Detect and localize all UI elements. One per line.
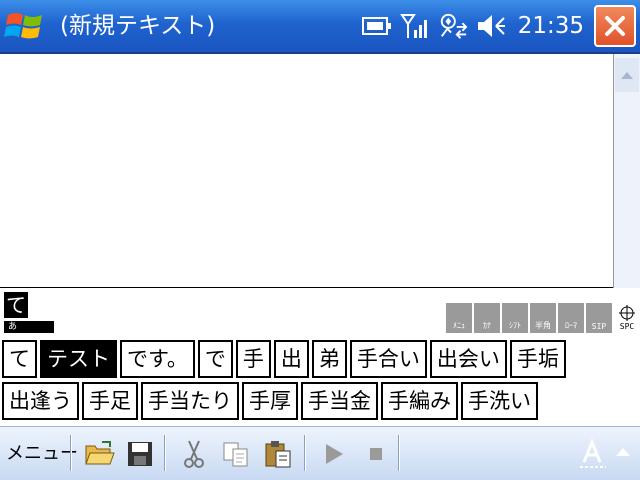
close-button[interactable] xyxy=(594,5,636,47)
open-folder-icon[interactable] xyxy=(84,438,116,470)
vertical-scrollbar[interactable] xyxy=(614,54,640,288)
ime-menu-button[interactable]: ﾒﾆｭ xyxy=(446,303,472,333)
battery-icon[interactable] xyxy=(361,11,392,41)
save-icon[interactable] xyxy=(124,438,156,470)
candidate[interactable]: 手編み xyxy=(381,382,458,420)
cut-icon[interactable] xyxy=(178,438,210,470)
ime-sip-button[interactable]: SIP xyxy=(586,303,612,333)
chevron-up-icon xyxy=(621,72,633,79)
close-icon xyxy=(605,16,625,36)
candidate[interactable]: 弟 xyxy=(311,340,347,378)
composing-text[interactable]: て xyxy=(4,292,28,318)
candidate[interactable]: 手 xyxy=(235,340,271,378)
candidate[interactable]: て xyxy=(2,340,37,378)
candidate[interactable]: 手足 xyxy=(82,382,138,420)
stop-icon[interactable] xyxy=(360,438,392,470)
candidate[interactable]: 手垢 xyxy=(509,340,566,378)
clock[interactable]: 21:35 xyxy=(518,13,584,39)
separator xyxy=(164,435,166,471)
candidate[interactable]: 出逢う xyxy=(2,382,79,420)
input-method-icon[interactable] xyxy=(578,438,634,470)
text-area[interactable] xyxy=(0,54,614,288)
scroll-up-button[interactable] xyxy=(615,58,639,92)
composing-mode: あ xyxy=(4,321,54,333)
ime-panel: て あ ﾒﾆｭ ｶﾅ ｼﾌﾄ 半角 ﾛｰﾏ SIP SPC て テスト です。 … xyxy=(0,289,640,426)
ime-toolbar: ﾒﾆｭ ｶﾅ ｼﾌﾄ 半角 ﾛｰﾏ SIP SPC xyxy=(446,303,640,333)
text-editor xyxy=(0,52,640,288)
menu-bar: メニュー xyxy=(0,426,640,480)
start-button[interactable] xyxy=(4,7,46,45)
candidate[interactable]: 手合い xyxy=(349,340,427,378)
candidate[interactable]: 出 xyxy=(273,340,309,378)
title-bar: (新規テキスト) 21:35 xyxy=(0,0,640,52)
window-title: (新規テキスト) xyxy=(60,13,216,39)
ime-shift-button[interactable]: ｼﾌﾄ xyxy=(502,303,528,333)
candidate[interactable]: 手厚 xyxy=(242,382,298,420)
candidate[interactable]: 手当金 xyxy=(301,382,378,420)
candidate[interactable]: 手当たり xyxy=(141,382,239,420)
ime-halfwidth-button[interactable]: 半角 xyxy=(530,303,556,333)
candidate[interactable]: で xyxy=(197,340,233,378)
candidate-row-2: 出逢う 手足 手当たり 手厚 手当金 手編み 手洗い xyxy=(2,382,538,420)
separator xyxy=(304,435,306,471)
candidate[interactable]: 手洗い xyxy=(461,382,538,420)
play-icon[interactable] xyxy=(318,438,350,470)
candidate[interactable]: 出会い xyxy=(429,340,507,378)
separator xyxy=(70,435,72,471)
candidate-row-1: て テスト です。 で 手 出 弟 手合い 出会い 手垢 xyxy=(2,340,566,378)
ime-space-button[interactable]: SPC xyxy=(614,303,640,333)
connectivity-icon[interactable] xyxy=(438,11,468,41)
candidate-selected[interactable]: テスト xyxy=(40,340,117,378)
signal-icon[interactable] xyxy=(399,11,430,41)
volume-muted-icon[interactable] xyxy=(476,11,506,41)
windows-logo-icon xyxy=(4,13,42,39)
ime-kana-button[interactable]: ｶﾅ xyxy=(474,303,500,333)
copy-icon[interactable] xyxy=(220,438,252,470)
candidate[interactable]: です。 xyxy=(120,340,195,378)
menu-button[interactable]: メニュー xyxy=(6,427,78,480)
paste-icon[interactable] xyxy=(262,438,294,470)
ime-romaji-button[interactable]: ﾛｰﾏ xyxy=(558,303,584,333)
separator xyxy=(398,435,400,471)
crosshair-icon xyxy=(619,305,635,321)
ime-space-label: SPC xyxy=(619,322,635,331)
status-icons: 21:35 xyxy=(361,0,584,52)
